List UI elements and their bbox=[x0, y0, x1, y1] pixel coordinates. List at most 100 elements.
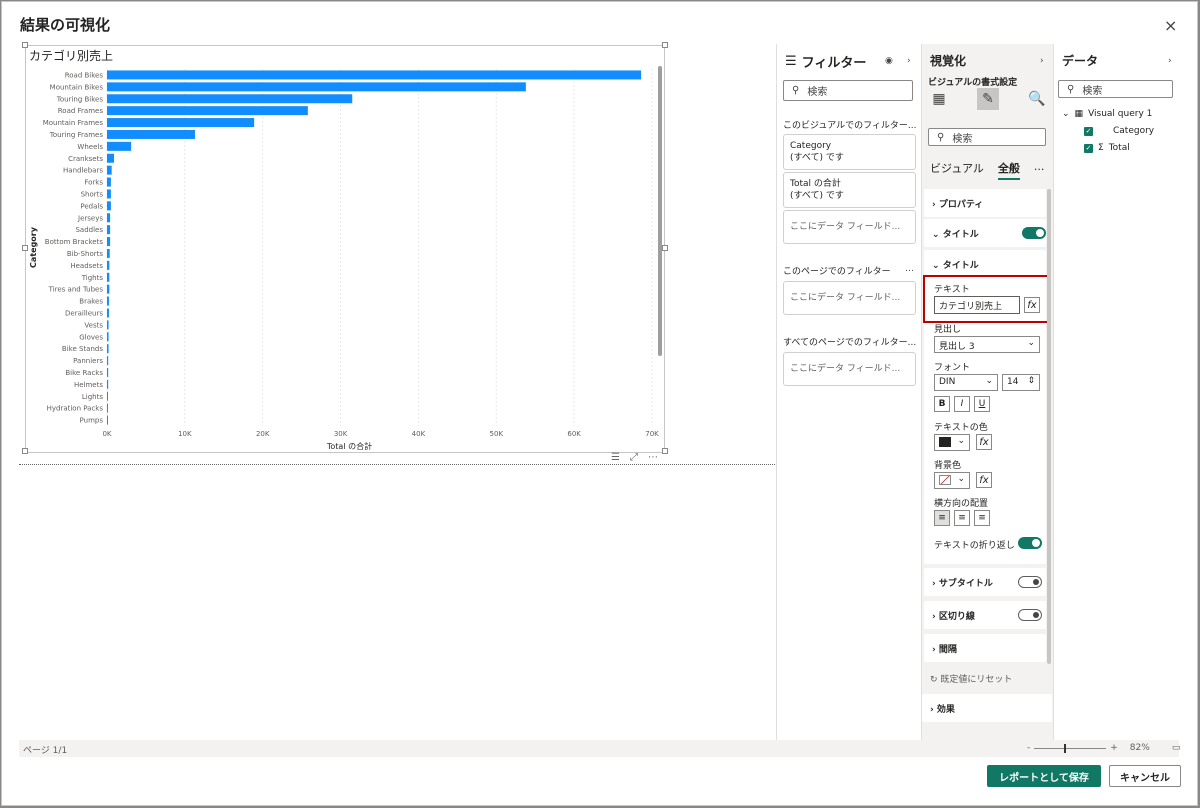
bar[interactable] bbox=[107, 237, 111, 247]
dialog-title: 結果の可視化 bbox=[20, 16, 111, 34]
bar[interactable] bbox=[107, 308, 109, 318]
section-divider[interactable]: › 区切り線 bbox=[924, 601, 1046, 629]
checkbox-checked-icon[interactable]: ✓ bbox=[1084, 126, 1093, 136]
section-effects[interactable]: › 効果 bbox=[922, 694, 1052, 722]
bar[interactable] bbox=[107, 415, 108, 425]
field-category[interactable]: ✓ Category bbox=[1084, 126, 1154, 136]
resize-handle-l[interactable] bbox=[22, 245, 28, 251]
filter-card-total[interactable]: Total の合計 (すべて) です bbox=[783, 172, 916, 208]
tab-visual[interactable]: ビジュアル bbox=[930, 160, 984, 180]
section-spacing[interactable]: › 間隔 bbox=[924, 634, 1046, 662]
tree-query[interactable]: ⌄ ▦ Visual query 1 bbox=[1062, 109, 1152, 119]
bar[interactable] bbox=[107, 118, 255, 128]
resize-handle-bl[interactable] bbox=[22, 448, 28, 454]
text-color-fx-button[interactable]: fx bbox=[976, 434, 992, 450]
bg-color-picker[interactable]: ⌄ bbox=[934, 472, 970, 489]
section-subtitle[interactable]: › サブタイトル bbox=[924, 568, 1046, 596]
bar[interactable] bbox=[107, 356, 109, 366]
italic-button[interactable]: I bbox=[954, 396, 970, 412]
font-family-dropdown[interactable]: DIN ⌄ bbox=[934, 374, 998, 391]
drop-zone-page[interactable]: ここにデータ フィールド... bbox=[783, 281, 916, 315]
bar[interactable] bbox=[107, 320, 109, 330]
bar[interactable] bbox=[107, 153, 115, 163]
viz-scrollbar[interactable] bbox=[1047, 189, 1051, 664]
checkbox-checked-icon[interactable]: ✓ bbox=[1084, 143, 1093, 153]
bar[interactable] bbox=[107, 201, 111, 211]
section-title[interactable]: ⌄ タイトル bbox=[924, 219, 1046, 247]
collapse-filters-icon[interactable]: › bbox=[907, 56, 911, 66]
font-size-stepper[interactable]: 14 ⇕ bbox=[1002, 374, 1040, 391]
bar[interactable] bbox=[107, 403, 108, 413]
cancel-button[interactable]: キャンセル bbox=[1109, 765, 1181, 787]
data-search-input[interactable]: ⚲ 検索 bbox=[1058, 80, 1173, 98]
eye-icon[interactable]: ◉ bbox=[885, 56, 893, 66]
underline-button[interactable]: U bbox=[974, 396, 990, 412]
page-filters-more-icon[interactable]: … bbox=[905, 264, 914, 274]
bar[interactable] bbox=[107, 225, 111, 235]
chevron-down-icon: ⌄ bbox=[957, 436, 965, 446]
tab-more[interactable]: ... bbox=[1034, 160, 1045, 180]
wrap-toggle[interactable] bbox=[1018, 537, 1042, 549]
field-total[interactable]: ✓ Σ Total bbox=[1084, 143, 1130, 153]
section-properties[interactable]: › プロパティ bbox=[924, 189, 1046, 217]
bar[interactable] bbox=[107, 284, 110, 294]
bg-color-fx-button[interactable]: fx bbox=[976, 472, 992, 488]
bar[interactable] bbox=[107, 82, 526, 92]
drop-zone-visual[interactable]: ここにデータ フィールド... bbox=[783, 210, 916, 244]
text-color-picker[interactable]: ⌄ bbox=[934, 434, 970, 451]
analytics-icon[interactable]: 🔍 bbox=[1026, 88, 1048, 110]
bold-button[interactable]: B bbox=[934, 396, 950, 412]
collapse-viz-icon[interactable]: › bbox=[1040, 56, 1044, 66]
filter-card-category[interactable]: Category (すべて) です bbox=[783, 134, 916, 170]
bar[interactable] bbox=[107, 94, 353, 104]
bar[interactable] bbox=[107, 391, 108, 401]
close-icon[interactable]: × bbox=[1164, 16, 1177, 35]
heading-dropdown[interactable]: 見出し 3 ⌄ bbox=[934, 336, 1040, 353]
align-right-icon[interactable]: ≡ bbox=[974, 510, 990, 526]
viz-search-input[interactable]: ⚲ 検索 bbox=[928, 128, 1046, 146]
zoom-out-button[interactable]: - bbox=[1027, 743, 1030, 753]
chart-scrollbar[interactable] bbox=[658, 66, 662, 356]
more-options-icon[interactable]: ⋯ bbox=[648, 452, 658, 463]
title-toggle[interactable] bbox=[1022, 227, 1046, 239]
bar[interactable] bbox=[107, 260, 110, 270]
bar[interactable] bbox=[107, 141, 132, 151]
drop-zone-all-pages[interactable]: ここにデータ フィールド... bbox=[783, 352, 916, 386]
save-as-report-button[interactable]: レポートとして保存 bbox=[987, 765, 1101, 787]
fit-page-icon[interactable]: ▭ bbox=[1172, 743, 1181, 753]
format-visual-icon[interactable]: ✎ bbox=[977, 88, 999, 110]
bar[interactable] bbox=[107, 213, 111, 223]
bar[interactable] bbox=[107, 248, 110, 258]
bar-chart-visual[interactable]: カテゴリ別売上 0K 10K 20K 30K 40K 50K 60K 70K Road Bike… bbox=[25, 45, 665, 453]
bar[interactable] bbox=[107, 367, 109, 377]
bar[interactable] bbox=[107, 344, 109, 354]
bar[interactable] bbox=[107, 189, 111, 199]
tab-general[interactable]: 全般 bbox=[997, 160, 1020, 180]
align-left-icon[interactable]: ≡ bbox=[934, 510, 950, 526]
bar[interactable] bbox=[107, 332, 109, 342]
resize-handle-br[interactable] bbox=[662, 448, 668, 454]
x-tick-label: 50K bbox=[490, 430, 504, 438]
zoom-in-button[interactable]: + bbox=[1110, 743, 1118, 753]
build-visual-icon[interactable]: ▦ bbox=[928, 88, 950, 110]
subtitle-toggle[interactable] bbox=[1018, 576, 1042, 588]
filter-icon[interactable]: ☰ bbox=[611, 452, 620, 463]
bar[interactable] bbox=[107, 296, 109, 306]
bar[interactable] bbox=[107, 70, 642, 80]
align-center-icon[interactable]: ≡ bbox=[954, 510, 970, 526]
bar[interactable] bbox=[107, 165, 112, 175]
focus-mode-icon[interactable]: ⤢ bbox=[630, 452, 638, 463]
filters-search-input[interactable]: ⚲ 検索 bbox=[783, 80, 913, 101]
bar[interactable] bbox=[107, 272, 110, 282]
bar[interactable] bbox=[107, 106, 308, 116]
zoom-slider[interactable] bbox=[1034, 743, 1107, 753]
divider-toggle[interactable] bbox=[1018, 609, 1042, 621]
resize-handle-tl[interactable] bbox=[22, 42, 28, 48]
bar[interactable] bbox=[107, 379, 109, 389]
bar[interactable] bbox=[107, 177, 111, 187]
resize-handle-tr[interactable] bbox=[662, 42, 668, 48]
bar[interactable] bbox=[107, 129, 195, 139]
resize-handle-r[interactable] bbox=[662, 245, 668, 251]
reset-default-button[interactable]: ↻ 既定値にリセット bbox=[930, 672, 1012, 685]
collapse-data-icon[interactable]: › bbox=[1168, 56, 1172, 66]
